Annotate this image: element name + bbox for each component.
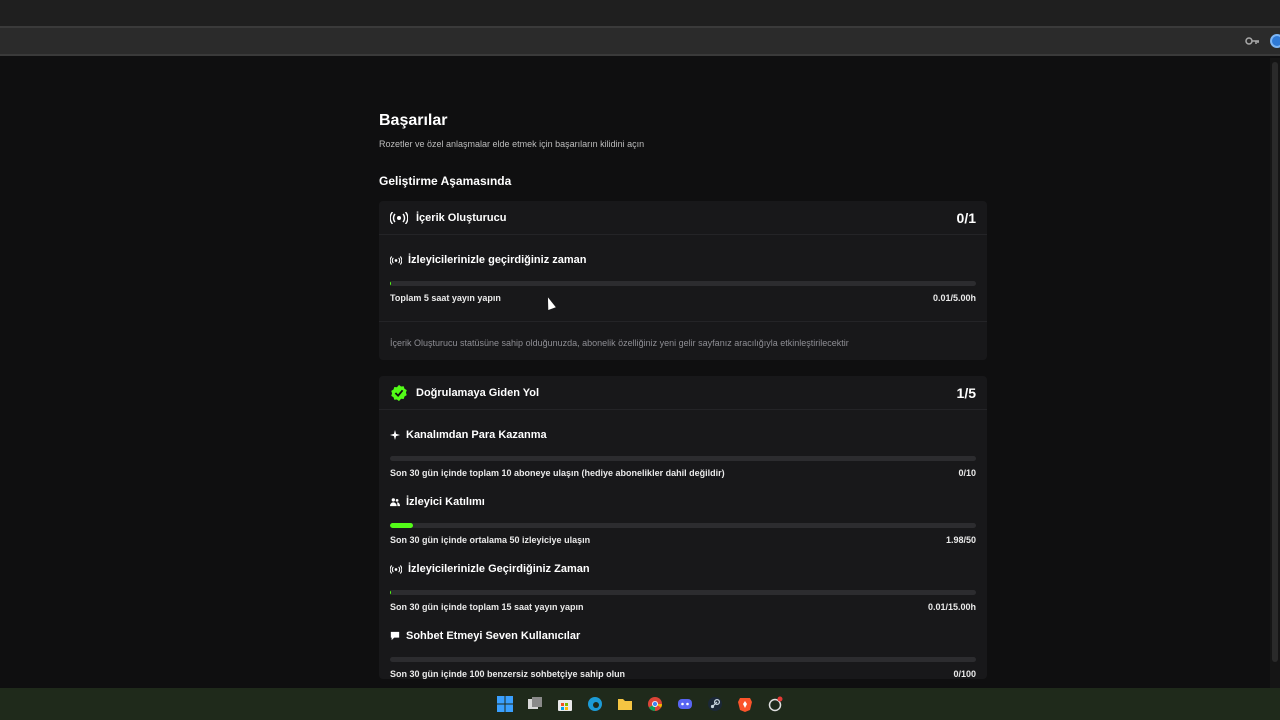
- card-title: Doğrulamaya Giden Yol: [416, 386, 540, 399]
- card-title: İçerik Oluşturucu: [416, 211, 507, 224]
- task-value: 0.01/15.00h: [927, 602, 976, 612]
- page-subtitle: Rozetler ve özel anlaşmalar elde etmek i…: [379, 139, 645, 149]
- task-item: Sohbet Etmeyi Seven Kullanıcılar Son 30 …: [390, 612, 976, 679]
- card-note: İçerik Oluşturucu statüsüne sahip olduğu…: [379, 321, 987, 360]
- progress-bar: [390, 281, 976, 286]
- task-title: İzleyici Katılımı: [406, 496, 485, 508]
- progress-bar: [390, 523, 976, 528]
- task-title: Kanalımdan Para Kazanma: [406, 429, 547, 441]
- broadcast-icon: [390, 211, 408, 224]
- progress-bar: [390, 657, 976, 662]
- chat-icon: [390, 631, 400, 641]
- broadcast-icon: [390, 255, 402, 265]
- verified-badge-icon: [391, 384, 407, 401]
- section-title: Geliştirme Aşamasında: [379, 174, 512, 188]
- task-item: İzleyici Katılımı Son 30 gün içinde orta…: [390, 478, 976, 545]
- task-title: Sohbet Etmeyi Seven Kullanıcılar: [406, 630, 581, 642]
- browser-address-bar[interactable]: [0, 26, 1280, 56]
- progress-fill: [390, 590, 391, 595]
- scrollbar-thumb[interactable]: [1272, 62, 1278, 662]
- task-description: Son 30 gün içinde 100 benzersiz sohbetçi…: [390, 669, 626, 679]
- chrome-icon[interactable]: [645, 694, 665, 714]
- task-description: Toplam 5 saat yayın yapın: [390, 293, 501, 303]
- card-header: Doğrulamaya Giden Yol 1/5: [379, 376, 987, 410]
- file-explorer-icon[interactable]: [615, 694, 635, 714]
- card-count: 1/5: [956, 384, 976, 401]
- card-count: 0/1: [956, 209, 976, 226]
- achievement-card-content-creator: İçerik Oluşturucu 0/1 İzleyicilerinizle …: [379, 201, 987, 360]
- browser-tab-strip: [0, 0, 1280, 26]
- task-description: Son 30 gün içinde toplam 15 saat yayın y…: [390, 602, 584, 612]
- task-value: 1.98/50: [945, 535, 976, 545]
- steam-icon[interactable]: [705, 694, 725, 714]
- task-value: 0/100: [953, 669, 976, 679]
- brave-icon[interactable]: [735, 694, 755, 714]
- achievements-page: Başarılar Rozetler ve özel anlaşmalar el…: [379, 112, 987, 679]
- task-item: İzleyicilerinizle Geçirdiğiniz Zaman Son…: [390, 545, 976, 612]
- task-description: Son 30 gün içinde ortalama 50 izleyiciye…: [390, 535, 591, 545]
- windows-taskbar: [0, 688, 1280, 720]
- password-key-icon[interactable]: [1244, 33, 1260, 49]
- progress-bar: [390, 456, 976, 461]
- progress-fill: [390, 523, 414, 528]
- card-header: İçerik Oluşturucu 0/1: [379, 201, 987, 235]
- progress-fill: [390, 281, 391, 286]
- progress-bar: [390, 590, 976, 595]
- broadcast-icon: [390, 564, 402, 574]
- windows-start-icon[interactable]: [495, 694, 515, 714]
- task-description: Son 30 gün içinde toplam 10 aboneye ulaş…: [390, 468, 725, 478]
- profile-extension-icon[interactable]: [1270, 34, 1280, 48]
- store-icon[interactable]: [555, 694, 575, 714]
- users-icon: [390, 498, 400, 507]
- task-title: İzleyicilerinizle geçirdiğiniz zaman: [408, 254, 587, 266]
- task-item: İzleyicilerinizle geçirdiğiniz zaman Top…: [390, 235, 976, 303]
- achievement-card-verification: Doğrulamaya Giden Yol 1/5 Kanalımdan Par…: [379, 376, 987, 679]
- task-view-icon[interactable]: [525, 694, 545, 714]
- page-title: Başarılar: [379, 112, 448, 129]
- sparkle-icon: [390, 430, 400, 440]
- task-value: 0.01/5.00h: [932, 293, 976, 303]
- edge-icon[interactable]: [585, 694, 605, 714]
- task-item: Kanalımdan Para Kazanma Son 30 gün içind…: [390, 410, 976, 478]
- discord-icon[interactable]: [675, 694, 695, 714]
- app-icon[interactable]: [765, 694, 785, 714]
- task-value: 0/10: [958, 468, 976, 478]
- task-title: İzleyicilerinizle Geçirdiğiniz Zaman: [408, 563, 590, 575]
